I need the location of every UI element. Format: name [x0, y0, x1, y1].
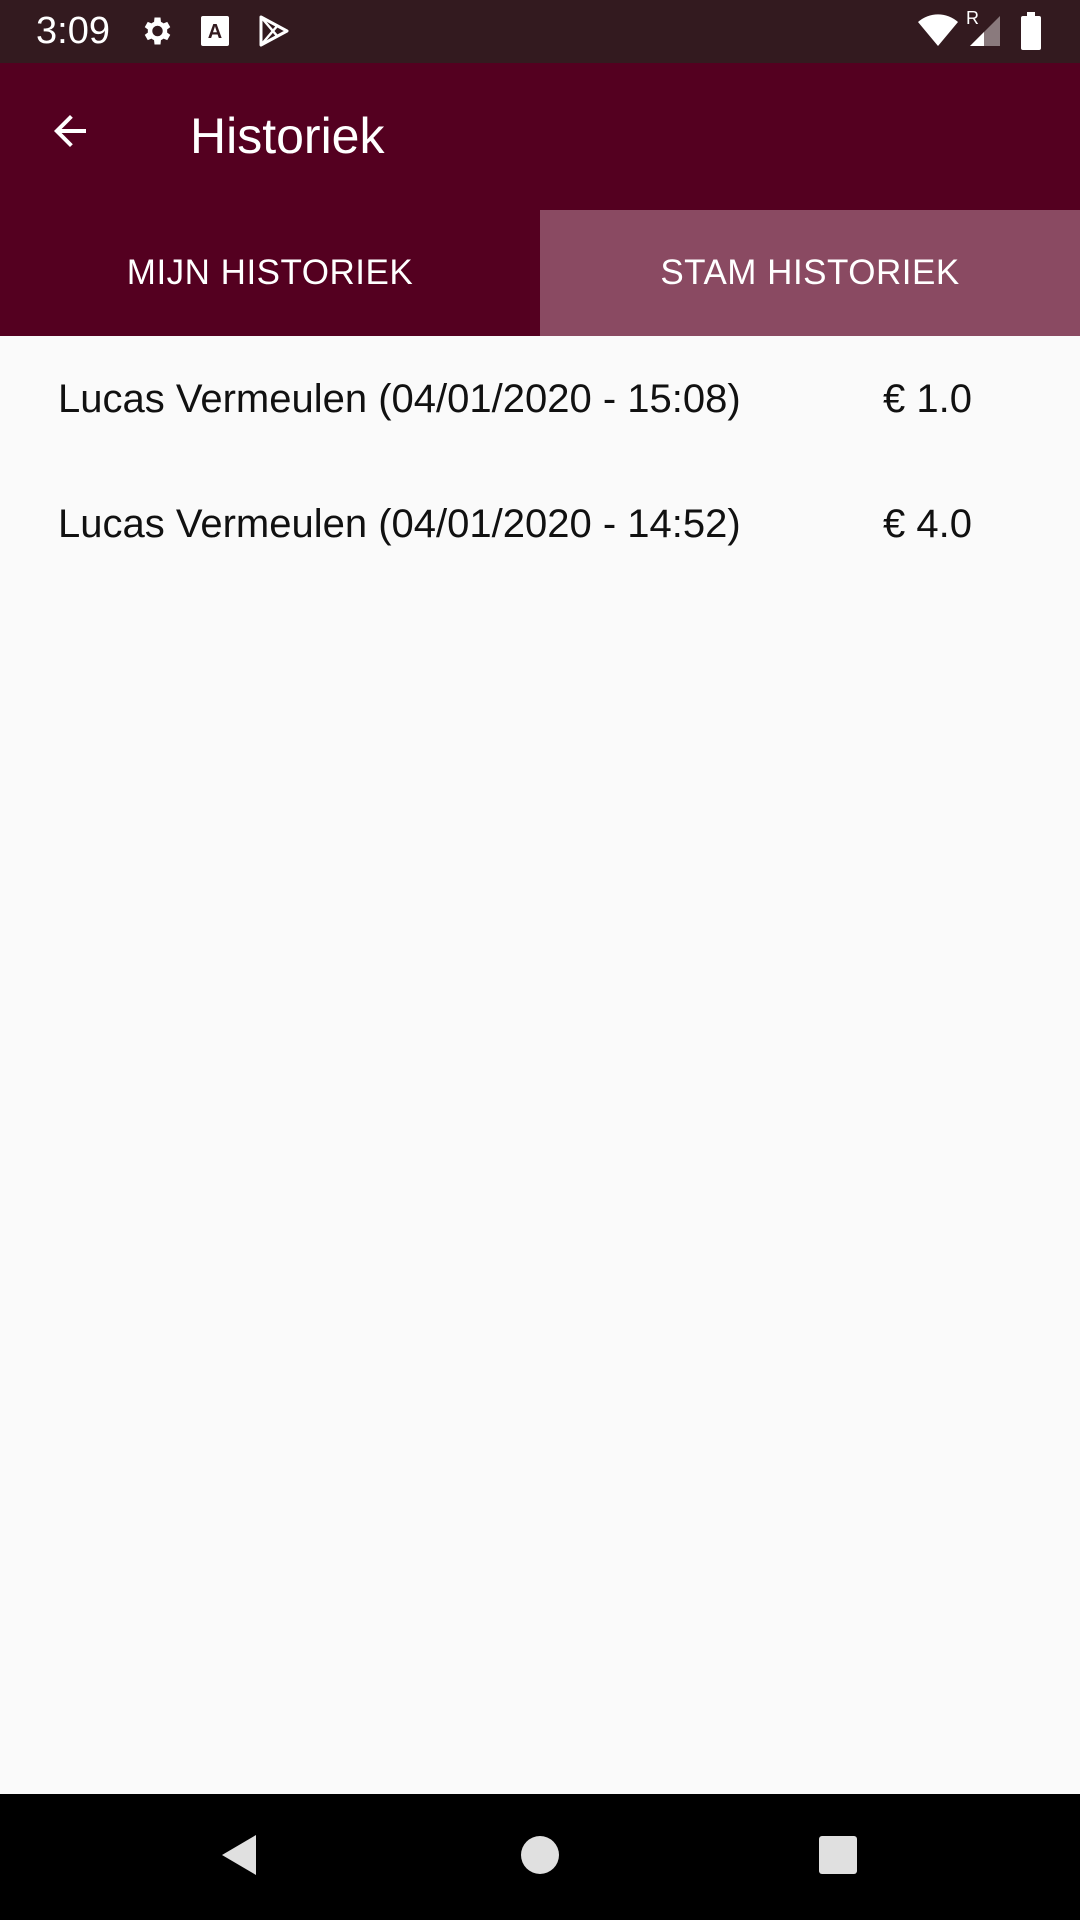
navigation-bar: [0, 1794, 1080, 1920]
wifi-icon: [916, 12, 960, 48]
screen: 3:09 A R Historiek MIJN HISTORIEK STAM H…: [0, 0, 1080, 1920]
signal-icon: [968, 14, 1002, 48]
home-circle-icon: [519, 1834, 561, 1881]
app-bar: Historiek: [0, 63, 1080, 210]
arrow-back-icon: [46, 107, 94, 160]
history-description: Lucas Vermeulen (04/01/2020 - 14:52): [58, 502, 741, 546]
page-title: Historiek: [190, 108, 385, 164]
back-triangle-icon: [216, 1831, 260, 1884]
history-description: Lucas Vermeulen (04/01/2020 - 15:08): [58, 377, 741, 421]
font-a-icon: A: [200, 15, 230, 47]
recents-square-icon: [817, 1834, 859, 1881]
history-list: Lucas Vermeulen (04/01/2020 - 15:08) € 1…: [0, 336, 1080, 586]
status-time: 3:09: [36, 10, 110, 52]
list-item[interactable]: Lucas Vermeulen (04/01/2020 - 15:08) € 1…: [0, 336, 1080, 461]
list-item[interactable]: Lucas Vermeulen (04/01/2020 - 14:52) € 4…: [0, 461, 1080, 586]
tab-bar: MIJN HISTORIEK STAM HISTORIEK: [0, 210, 1080, 336]
nav-back-button[interactable]: [208, 1827, 268, 1887]
play-store-icon: [258, 15, 290, 47]
history-amount: € 1.0: [883, 377, 972, 421]
back-button[interactable]: [34, 97, 106, 169]
tab-stam-historiek[interactable]: STAM HISTORIEK: [540, 210, 1080, 336]
svg-text:A: A: [208, 21, 222, 43]
nav-recents-button[interactable]: [808, 1827, 868, 1887]
status-bar: 3:09 A R: [0, 0, 1080, 63]
nav-home-button[interactable]: [510, 1827, 570, 1887]
tab-mijn-historiek[interactable]: MIJN HISTORIEK: [0, 210, 540, 336]
gear-icon: [138, 13, 174, 49]
battery-icon: [1020, 12, 1042, 50]
history-amount: € 4.0: [883, 502, 972, 546]
